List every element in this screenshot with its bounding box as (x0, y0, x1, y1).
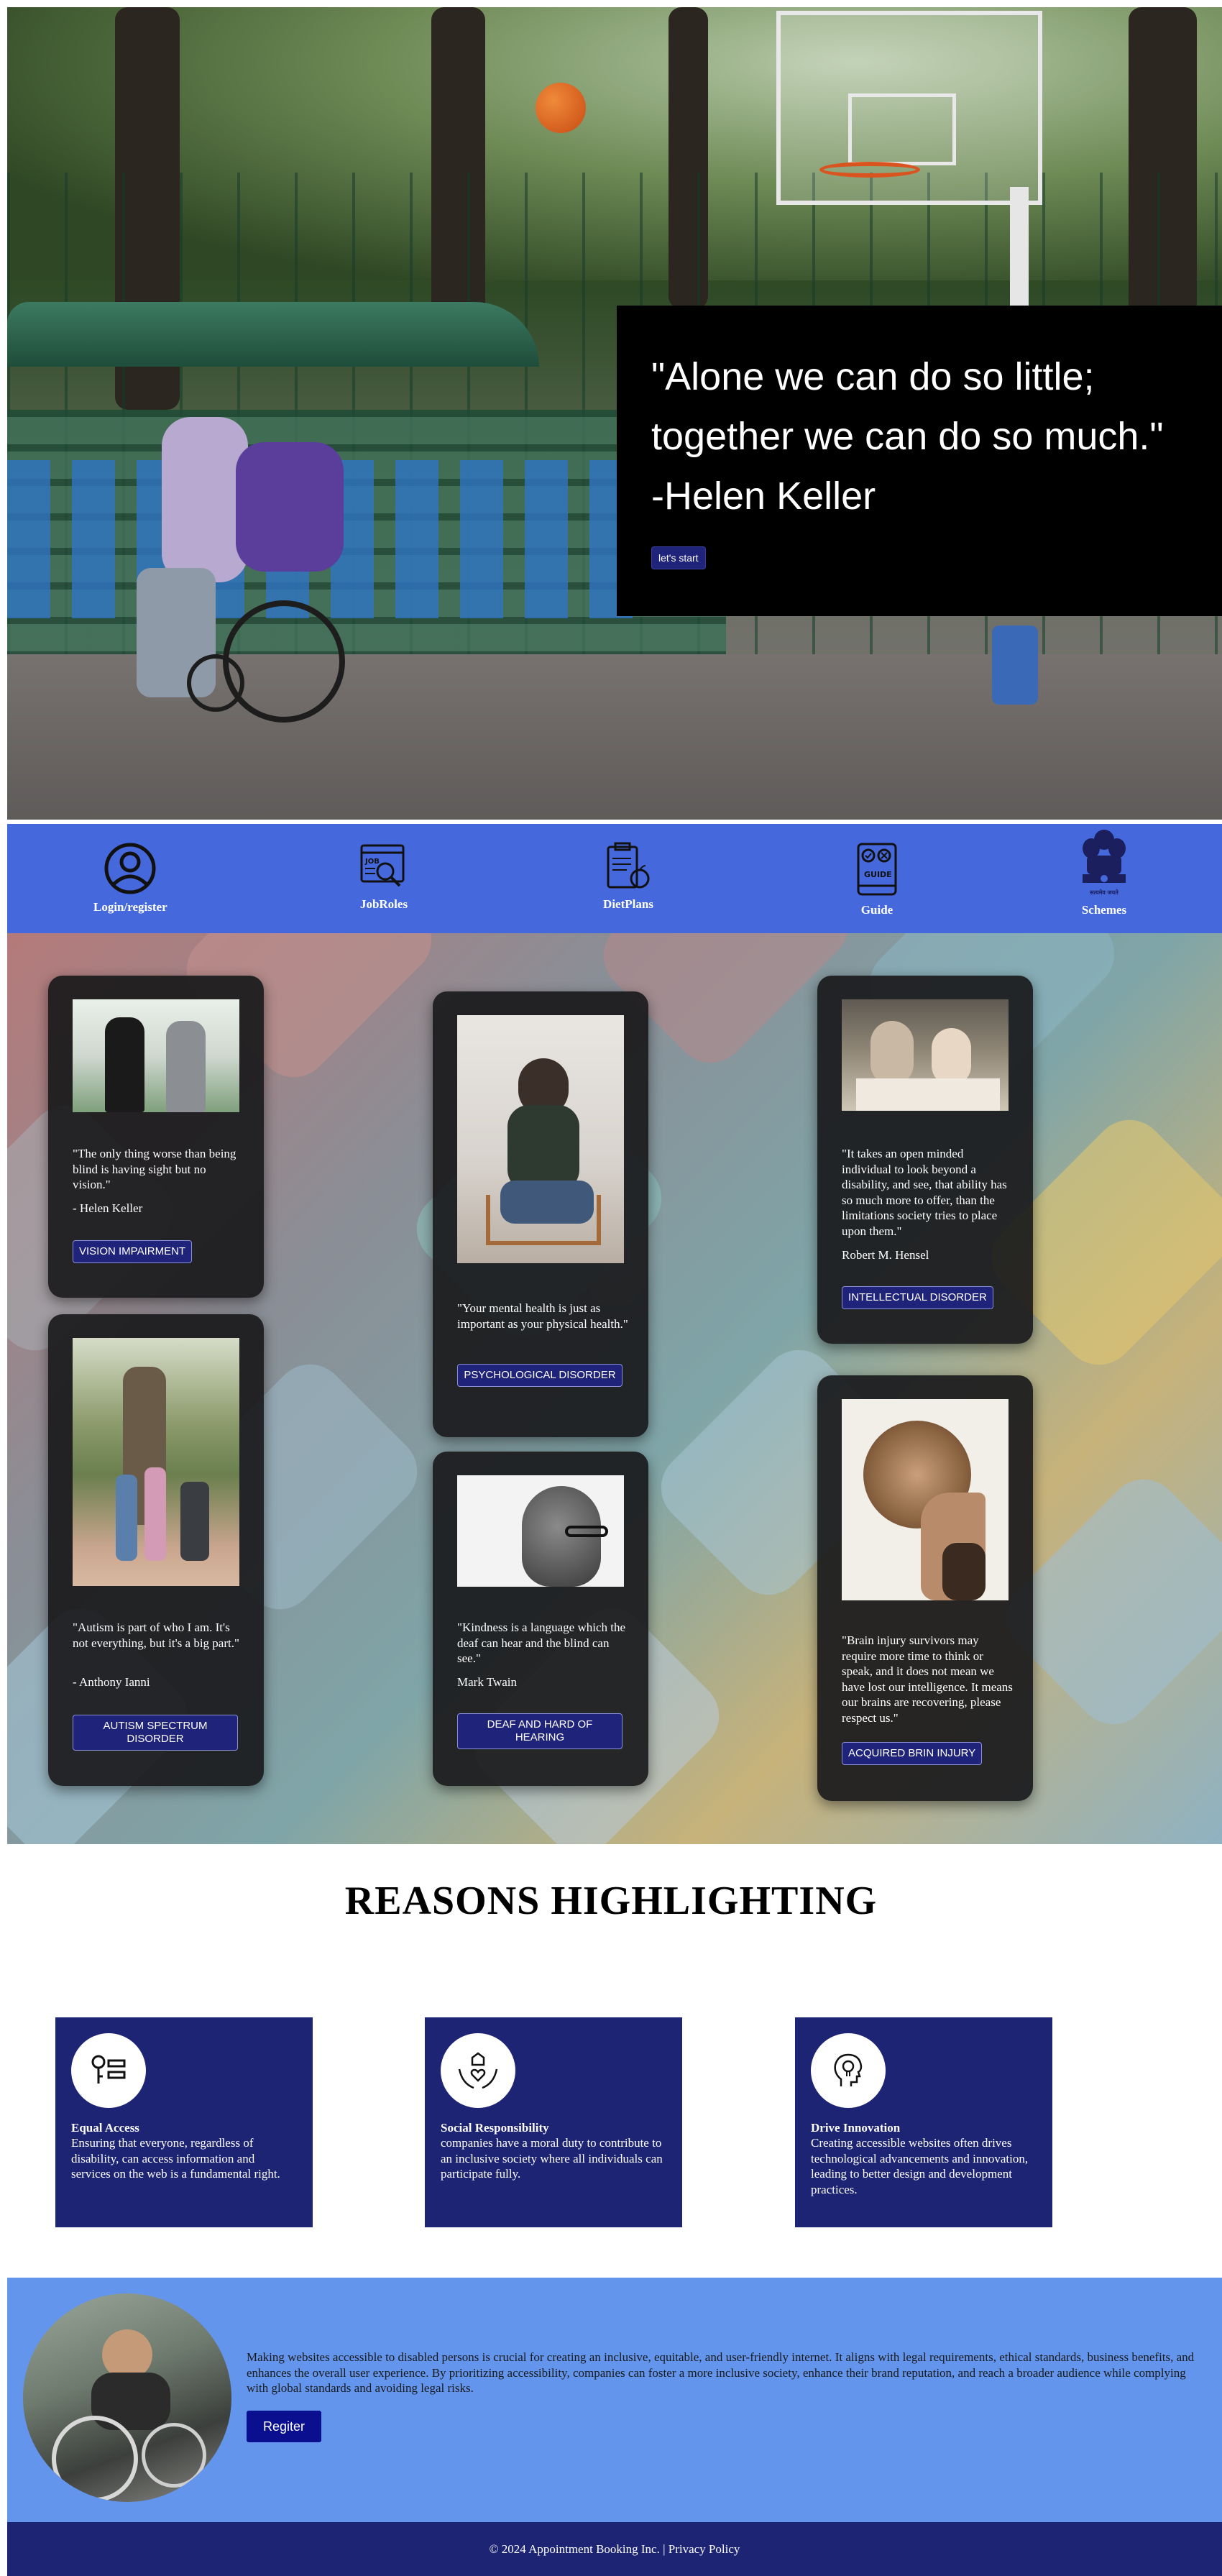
hero-section: "Alone we can do so little; together we … (7, 7, 1222, 820)
reason-title: Drive Innovation (811, 2121, 901, 2135)
vision-impairment-button[interactable]: VISION IMPAIRMENT (73, 1240, 193, 1263)
reason-icon-circle (811, 2033, 886, 2108)
nav-label-dietplans: DietPlans (603, 897, 653, 911)
accessibility-info-section: Making websites accessible to disabled p… (7, 2278, 1222, 2522)
reason-description: Creating accessible websites often drive… (811, 2136, 1029, 2196)
nav-label-login: Login/register (93, 900, 167, 914)
vision-quote: "The only thing worse than being blind i… (73, 1147, 236, 1191)
card-vision-impairment: "The only thing worse than being blind i… (48, 976, 264, 1298)
wheelchair-wheel (223, 600, 345, 723)
mental-quote: "Your mental health is just as important… (457, 1301, 628, 1331)
deaf-hard-of-hearing-button[interactable]: DEAF AND HARD OF HEARING (457, 1713, 623, 1749)
nav-item-dietplans[interactable]: DietPlans (602, 841, 654, 912)
hero-quote-line-2: together we can do so much." (651, 415, 1164, 458)
intellectual-photo (842, 999, 1009, 1111)
lightbulb-head-icon (834, 2053, 863, 2086)
autism-spectrum-disorder-button[interactable]: AUTISM SPECTRUM DISORDER (73, 1715, 238, 1751)
psychological-disorder-button[interactable]: PSYCHOLOGICAL DISORDER (457, 1364, 623, 1387)
deaf-quote: "Kindness is a language which the deaf c… (457, 1621, 626, 1665)
card-intellectual: "It takes an open minded individual to l… (817, 976, 1033, 1344)
card-brain-injury: "Brain injury survivors may require more… (817, 1375, 1033, 1801)
nav-item-jobroles[interactable]: JOB JobRoles (358, 841, 410, 912)
deaf-photo (457, 1475, 624, 1587)
nav-item-schemes[interactable]: सत्यमेव जयते Schemes (1077, 827, 1131, 917)
hero-quote-box: "Alone we can do so little; together we … (617, 306, 1222, 616)
deaf-author: Mark Twain (457, 1675, 518, 1689)
mental-health-photo (457, 1015, 624, 1263)
nav-item-login[interactable]: Login/register (93, 841, 167, 915)
register-button[interactable]: Regiter (247, 2411, 321, 2442)
reason-title: Equal Access (71, 2121, 139, 2135)
icon-nav-bar: Login/register JOB JobRoles DietPlans GU… (7, 824, 1222, 933)
footer-text[interactable]: © 2024 Appointment Booking Inc. | Privac… (490, 2542, 740, 2556)
disability-cards-section: "The only thing worse than being blind i… (7, 933, 1222, 1844)
wheelchair-athlete-photo (23, 2293, 231, 2502)
clipboard-apple-icon (607, 842, 650, 889)
reason-description: Ensuring that everyone, regardless of di… (71, 2136, 280, 2181)
user-circle-icon (104, 843, 156, 894)
accessibility-paragraph: Making websites accessible to disabled p… (247, 2350, 1195, 2395)
stand-canopy (7, 302, 539, 367)
autism-quote: "Autism is part of who I am. It's not ev… (73, 1621, 239, 1650)
svg-text:GUIDE: GUIDE (864, 870, 892, 879)
brain-injury-photo (842, 1399, 1009, 1600)
backboard-square (848, 93, 956, 165)
card-autism: "Autism is part of who I am. It's not ev… (48, 1314, 264, 1786)
hero-quote-author: -Helen Keller (651, 475, 876, 518)
svg-text:JOB: JOB (364, 858, 380, 866)
nav-label-schemes: Schemes (1081, 903, 1127, 917)
reason-card-drive-innovation: Drive Innovation Creating accessible web… (795, 2017, 1052, 2227)
guide-book-icon: GUIDE (857, 843, 897, 896)
brain-quote: "Brain injury survivors may require more… (842, 1633, 1013, 1725)
hero-quote-line-1: "Alone we can do so little; (651, 355, 1095, 398)
basketball (536, 83, 586, 133)
card-deaf: "Kindness is a language which the deaf c… (433, 1452, 648, 1786)
autism-photo (73, 1338, 239, 1586)
intellectual-quote: "It takes an open minded individual to l… (842, 1147, 1007, 1238)
footer: © 2024 Appointment Booking Inc. | Privac… (7, 2522, 1222, 2576)
nav-label-jobroles: JobRoles (359, 897, 408, 911)
reason-card-social-responsibility: Social Responsibility companies have a m… (425, 2017, 682, 2227)
reason-card-equal-access: Equal Access Ensuring that everyone, reg… (55, 2017, 313, 2227)
reason-icon-circle (71, 2033, 146, 2108)
seated-boy (236, 442, 344, 572)
hands-heart-icon (458, 2052, 498, 2089)
wheelchair-front-wheel (187, 654, 244, 712)
reason-icon-circle (441, 2033, 515, 2108)
card-psychological: "Your mental health is just as important… (433, 991, 648, 1437)
standing-person (162, 417, 248, 582)
intellectual-disorder-button[interactable]: INTELLECTUAL DISORDER (842, 1286, 993, 1309)
national-emblem-icon: सत्यमेव जयते (1083, 830, 1126, 896)
intellectual-author: Robert M. Hensel (842, 1248, 929, 1262)
reason-description: companies have a moral duty to contribut… (441, 2136, 663, 2181)
vision-photo (73, 999, 239, 1112)
reasons-heading: REASONS HIGHLIGHTING (344, 1879, 878, 1923)
job-search-icon: JOB (360, 844, 405, 887)
key-list-icon (91, 2055, 126, 2084)
basketball-hoop (819, 162, 920, 178)
lets-start-button[interactable]: let's start (651, 546, 706, 569)
vision-author: - Helen Keller (73, 1201, 143, 1215)
distant-person (992, 625, 1038, 705)
nav-label-guide: Guide (860, 903, 893, 917)
nav-item-guide[interactable]: GUIDE Guide (854, 841, 900, 917)
acquired-brain-injury-button[interactable]: ACQUIRED BRIN INJURY (842, 1742, 983, 1765)
autism-author: - Anthony Ianni (73, 1675, 150, 1689)
reason-title: Social Responsibility (441, 2121, 549, 2135)
emblem-caption: सत्यमेव जयते (1089, 889, 1118, 896)
